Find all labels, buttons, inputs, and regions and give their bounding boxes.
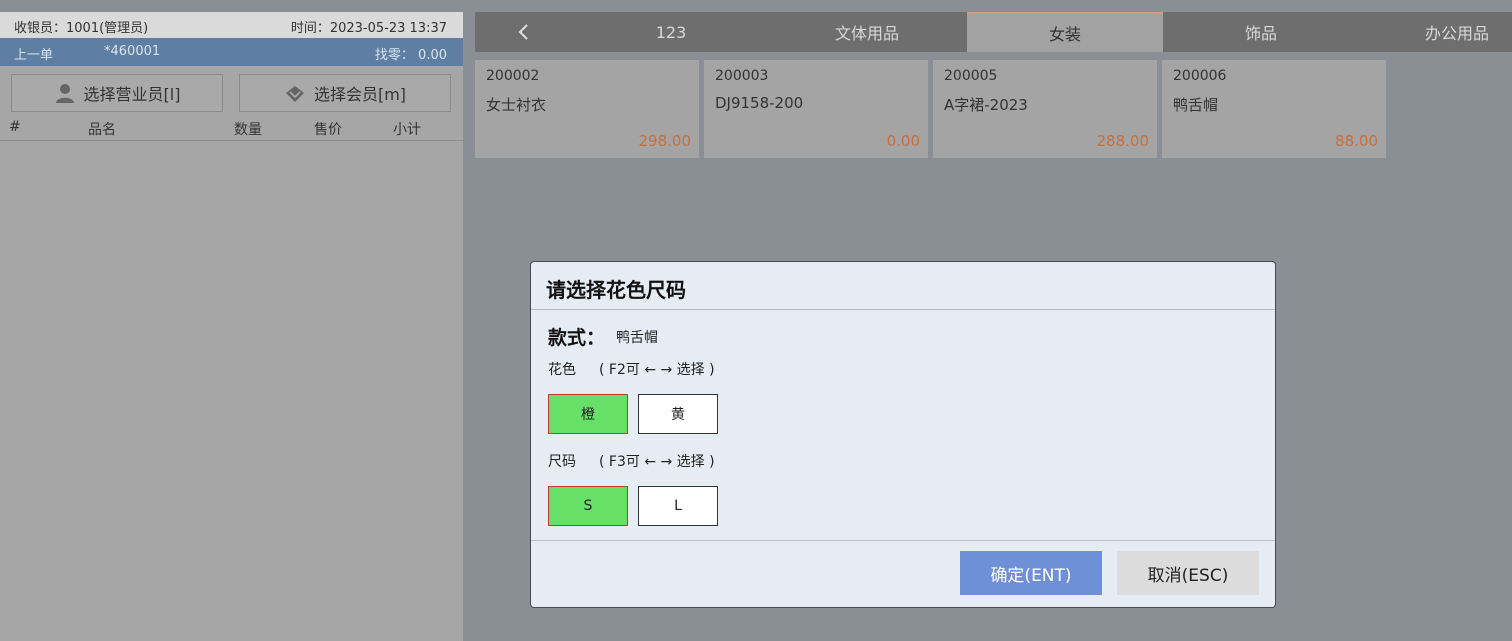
last-order-number: *460001 (104, 44, 161, 59)
cart-table-header: # 品名 数量 售价 小计 (0, 118, 463, 141)
size-label: 尺码 (548, 454, 576, 470)
dialog-divider (531, 309, 1275, 310)
product-name: DJ9158-200 (715, 94, 804, 112)
select-staff-button[interactable]: 选择营业员[l] (11, 74, 223, 112)
select-staff-label: 选择营业员[l] (83, 85, 181, 104)
variant-select-dialog: 请选择花色尺码 款式： 鸭舌帽 花色 ( F2可 ← → 选择 ) 橙 黄 尺码… (531, 262, 1275, 607)
tab-stationery[interactable]: 文体用品 (769, 12, 965, 52)
cart-panel: 收银员：1001(管理员) 时间：2023-05-23 13:37 上一单 *4… (0, 12, 463, 641)
style-label: 款式： (548, 327, 606, 349)
product-name: A字裙-2023 (944, 96, 1028, 114)
product-name: 女士衬衣 (486, 96, 547, 114)
change-label: 找零： 0.00 (374, 48, 447, 63)
size-option-l[interactable]: L (638, 486, 718, 526)
tab-office-supplies[interactable]: 办公用品 (1359, 12, 1512, 52)
size-hint: ( F3可 ← → 选择 ) (599, 454, 715, 470)
col-index: # (9, 119, 21, 135)
color-hint: ( F2可 ← → 选择 ) (599, 362, 715, 378)
last-order-row[interactable]: 上一单 *460001 找零： 0.00 (0, 38, 463, 66)
product-price: 288.00 (1096, 132, 1150, 150)
product-name: 鸭舌帽 (1173, 96, 1219, 114)
tab-back-button[interactable] (475, 12, 573, 52)
product-code: 200005 (944, 68, 998, 84)
user-icon (55, 84, 74, 103)
size-option-s[interactable]: S (548, 486, 628, 526)
product-code: 200006 (1173, 68, 1227, 84)
product-code: 200002 (486, 68, 540, 84)
select-member-label: 选择会员[m] (313, 85, 407, 104)
product-price: 88.00 (1335, 132, 1378, 150)
col-subtotal: 小计 (393, 122, 421, 138)
tab-123[interactable]: 123 (573, 12, 769, 52)
style-value: 鸭舌帽 (616, 330, 658, 346)
color-option-orange[interactable]: 橙 (548, 394, 628, 434)
category-tabs: 123 文体用品 女装 饰品 办公用品 (475, 12, 1512, 52)
dialog-title: 请选择花色尺码 (546, 278, 686, 302)
top-strip (0, 0, 1512, 12)
select-member-button[interactable]: 选择会员[m] (239, 74, 451, 112)
cashier-info-row: 收银员：1001(管理员) 时间：2023-05-23 13:37 (0, 12, 463, 38)
confirm-button[interactable]: 确定(ENT) (960, 551, 1102, 595)
col-qty: 数量 (234, 122, 262, 138)
product-card[interactable]: 200006 鸭舌帽 88.00 (1162, 60, 1386, 158)
col-name: 品名 (88, 122, 116, 138)
product-price: 0.00 (886, 132, 920, 150)
last-order-label: 上一单 (14, 48, 54, 63)
chevron-left-icon (518, 24, 528, 40)
cashier-label: 收银员：1001(管理员) (14, 21, 149, 36)
time-label: 时间：2023-05-23 13:37 (290, 21, 447, 36)
color-option-yellow[interactable]: 黄 (638, 394, 718, 434)
dialog-footer-divider (531, 540, 1275, 541)
diamond-icon (285, 86, 304, 102)
product-card[interactable]: 200005 A字裙-2023 288.00 (933, 60, 1157, 158)
product-card[interactable]: 200003 DJ9158-200 0.00 (704, 60, 928, 158)
product-price: 298.00 (638, 132, 692, 150)
color-label: 花色 (548, 362, 576, 378)
product-code: 200003 (715, 68, 769, 84)
col-price: 售价 (314, 122, 342, 138)
cancel-button[interactable]: 取消(ESC) (1117, 551, 1259, 595)
product-card[interactable]: 200002 女士衬衣 298.00 (475, 60, 699, 158)
tab-womens-wear[interactable]: 女装 (967, 12, 1163, 52)
tab-accessories[interactable]: 饰品 (1163, 12, 1359, 52)
